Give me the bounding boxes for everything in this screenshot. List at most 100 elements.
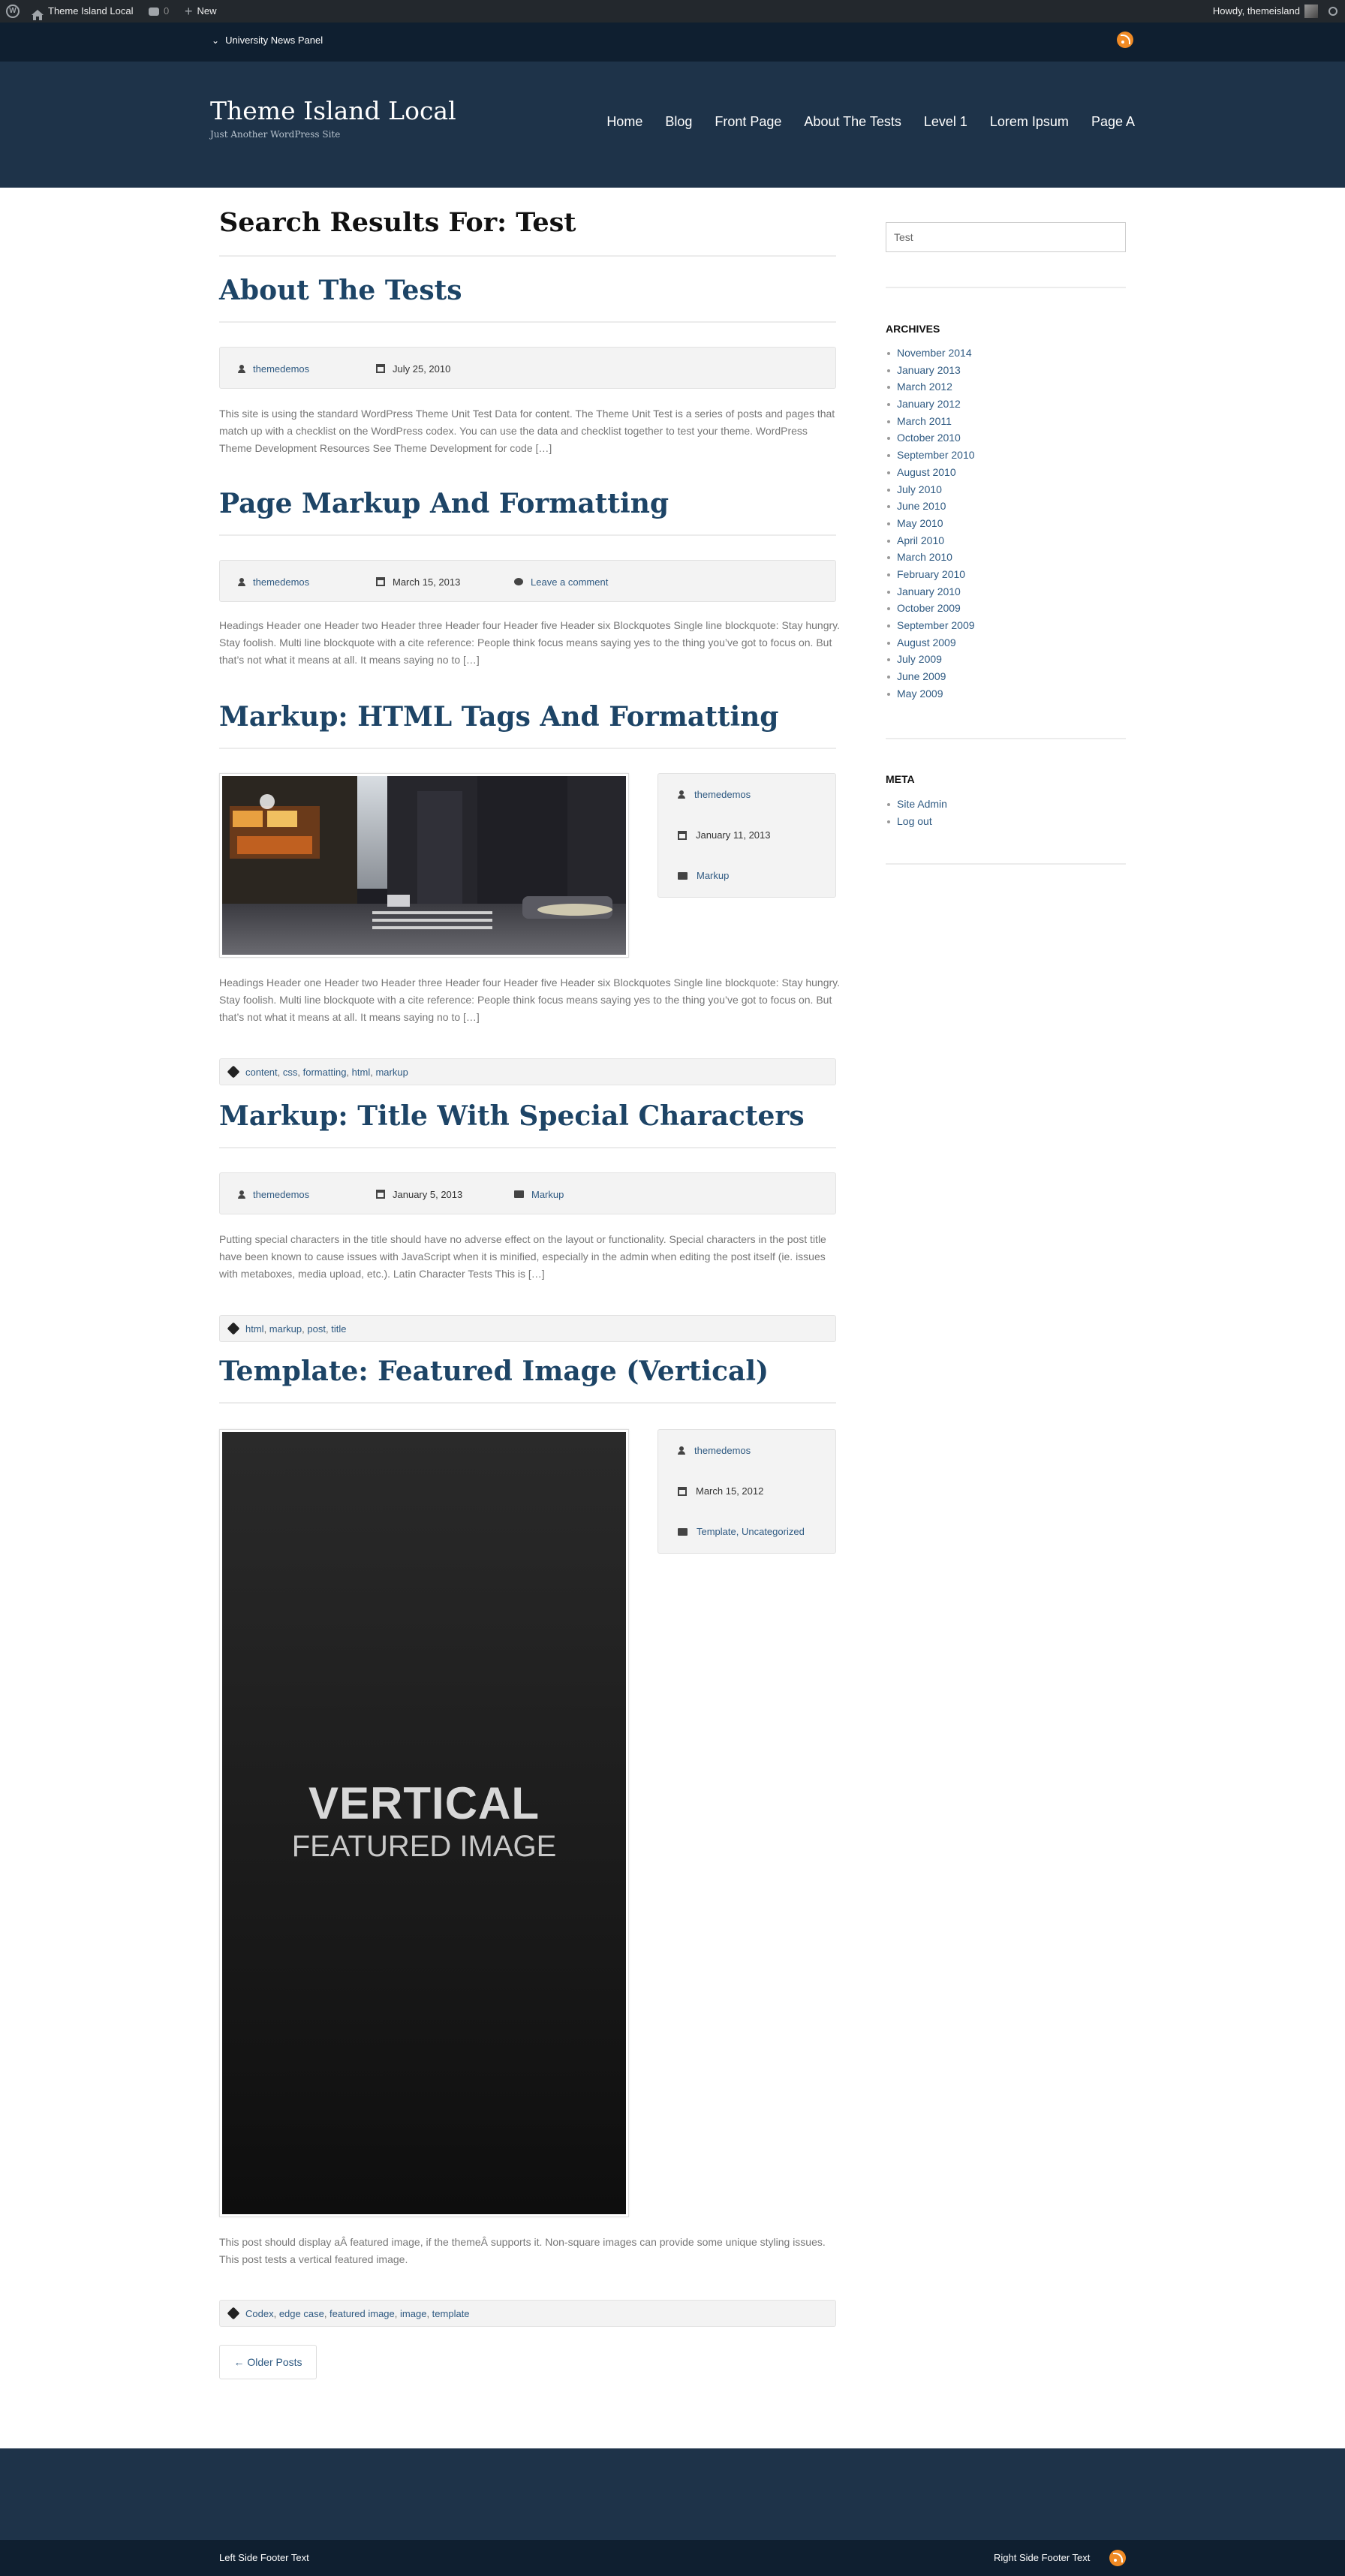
post-meta-box: themedemos January 11, 2013 Markup xyxy=(657,773,836,898)
admin-bar: Theme Island Local 0 + New Howdy, themei… xyxy=(0,0,1345,23)
site-header: Theme Island Local Just Another WordPres… xyxy=(0,62,1345,188)
archives-title: ARCHIVES xyxy=(886,323,940,335)
archive-link[interactable]: July 2010 xyxy=(886,481,975,498)
archive-link[interactable]: July 2009 xyxy=(886,651,975,668)
log-out-link[interactable]: Log out xyxy=(886,813,947,830)
admin-search-icon[interactable] xyxy=(1328,0,1337,23)
post-excerpt: This site is using the standard WordPres… xyxy=(219,408,835,454)
meta-title: META xyxy=(886,773,915,785)
post-date: January 11, 2013 xyxy=(696,829,771,841)
admin-new-link[interactable]: + New xyxy=(185,0,217,23)
post-category-link[interactable]: Markup xyxy=(531,1189,564,1200)
tag-link[interactable]: css xyxy=(283,1067,298,1078)
nav-home[interactable]: Home xyxy=(606,114,642,130)
meta-list: Site Admin Log out xyxy=(886,796,947,829)
post-title[interactable]: Page Markup And Formatting xyxy=(219,488,669,519)
archive-link[interactable]: September 2010 xyxy=(886,447,975,464)
divider xyxy=(219,748,836,749)
archive-link[interactable]: September 2009 xyxy=(886,617,975,634)
post-excerpt: This post should display aÂ featured ima… xyxy=(219,2236,826,2265)
search-input[interactable]: Test xyxy=(886,222,1126,252)
news-panel-toggle[interactable]: ⌄ University News Panel xyxy=(212,35,323,46)
archive-link[interactable]: May 2009 xyxy=(886,685,975,703)
admin-new-label: New xyxy=(197,5,217,17)
archive-link[interactable]: January 2013 xyxy=(886,362,975,379)
avatar xyxy=(1304,5,1318,18)
archive-link[interactable]: April 2010 xyxy=(886,532,975,549)
nav-blog[interactable]: Blog xyxy=(665,114,692,130)
archive-link[interactable]: March 2010 xyxy=(886,549,975,566)
leave-comment-link[interactable]: Leave a comment xyxy=(531,576,608,588)
comments-count: 0 xyxy=(164,5,170,17)
rss-icon[interactable] xyxy=(1117,32,1133,48)
nav-lorem-ipsum[interactable]: Lorem Ipsum xyxy=(990,114,1069,130)
tag-link[interactable]: featured image xyxy=(329,2308,395,2319)
site-title[interactable]: Theme Island Local xyxy=(210,96,456,125)
featured-image-vertical[interactable]: VERTICAL FEATURED IMAGE xyxy=(219,1429,629,2217)
tag-icon xyxy=(227,1065,240,1079)
tag-link[interactable]: edge case xyxy=(279,2308,324,2319)
tag-link[interactable]: content xyxy=(245,1067,278,1078)
archive-link[interactable]: June 2010 xyxy=(886,498,975,515)
calendar-icon xyxy=(376,1190,385,1199)
featured-image-street[interactable] xyxy=(219,773,629,958)
post-author-link[interactable]: themedemos xyxy=(253,576,309,588)
author-icon xyxy=(238,1190,245,1199)
tag-link[interactable]: template xyxy=(432,2308,470,2319)
post-category-link[interactable]: Template, Uncategorized xyxy=(697,1526,805,1537)
post-title[interactable]: About The Tests xyxy=(219,275,462,306)
tag-link[interactable]: markup xyxy=(375,1067,408,1078)
tag-link[interactable]: image xyxy=(400,2308,426,2319)
site-admin-link[interactable]: Site Admin xyxy=(886,796,947,813)
nav-about-the-tests[interactable]: About The Tests xyxy=(804,114,901,130)
calendar-icon xyxy=(376,577,385,586)
admin-howdy: Howdy, themeisland xyxy=(1212,5,1300,17)
tag-link[interactable]: html xyxy=(352,1067,371,1078)
plus-icon: + xyxy=(185,4,193,19)
post-author-link[interactable]: themedemos xyxy=(694,789,751,800)
archive-link[interactable]: August 2009 xyxy=(886,634,975,652)
tag-link[interactable]: Codex xyxy=(245,2308,274,2319)
archive-link[interactable]: March 2012 xyxy=(886,378,975,396)
archive-link[interactable]: October 2009 xyxy=(886,600,975,617)
footer-right-text: Right Side Footer Text xyxy=(994,2552,1091,2563)
nav-front-page[interactable]: Front Page xyxy=(715,114,781,130)
divider xyxy=(886,287,1126,288)
archive-link[interactable]: June 2009 xyxy=(886,668,975,685)
footer-rss-icon[interactable] xyxy=(1109,2550,1126,2566)
image-text-featured: FEATURED IMAGE xyxy=(291,1830,557,1863)
nav-level-1[interactable]: Level 1 xyxy=(924,114,967,130)
post-date: January 5, 2013 xyxy=(393,1188,463,1200)
post-author-link[interactable]: themedemos xyxy=(253,1189,309,1200)
post-author-link[interactable]: themedemos xyxy=(694,1445,751,1456)
admin-comments-link[interactable]: 0 xyxy=(149,0,169,23)
admin-site-link[interactable]: Theme Island Local xyxy=(32,0,133,23)
wordpress-logo-icon[interactable] xyxy=(6,0,20,23)
folder-icon xyxy=(514,1190,524,1198)
nav-page-a[interactable]: Page A xyxy=(1091,114,1135,130)
post-title[interactable]: Template: Featured Image (Vertical) xyxy=(219,1356,769,1387)
city-street-photo xyxy=(222,776,626,955)
archive-link[interactable]: November 2014 xyxy=(886,345,975,362)
post-title[interactable]: Markup: HTML Tags And Formatting xyxy=(219,701,778,733)
older-posts-button[interactable]: ← Older Posts xyxy=(219,2345,317,2379)
archive-link[interactable]: August 2010 xyxy=(886,464,975,481)
admin-account-link[interactable]: Howdy, themeisland xyxy=(1213,0,1318,23)
tag-link[interactable]: html xyxy=(245,1323,264,1335)
archive-link[interactable]: January 2010 xyxy=(886,583,975,600)
tag-link[interactable]: title xyxy=(331,1323,346,1335)
tag-link[interactable]: formatting xyxy=(303,1067,347,1078)
archive-link[interactable]: May 2010 xyxy=(886,515,975,532)
page-title: Search Results For: Test xyxy=(219,207,576,238)
archive-link[interactable]: January 2012 xyxy=(886,396,975,413)
archive-link[interactable]: February 2010 xyxy=(886,566,975,583)
archive-link[interactable]: March 2011 xyxy=(886,413,975,430)
archive-link[interactable]: October 2010 xyxy=(886,429,975,447)
tag-link[interactable]: markup xyxy=(269,1323,302,1335)
post-category-link[interactable]: Markup xyxy=(697,870,729,881)
post-author-link[interactable]: themedemos xyxy=(253,363,309,375)
tag-link[interactable]: post xyxy=(307,1323,326,1335)
archives-list: November 2014 January 2013 March 2012 Ja… xyxy=(886,345,975,702)
post-title[interactable]: Markup: Title With Special Characters xyxy=(219,1100,805,1132)
post-date: March 15, 2013 xyxy=(393,576,461,588)
